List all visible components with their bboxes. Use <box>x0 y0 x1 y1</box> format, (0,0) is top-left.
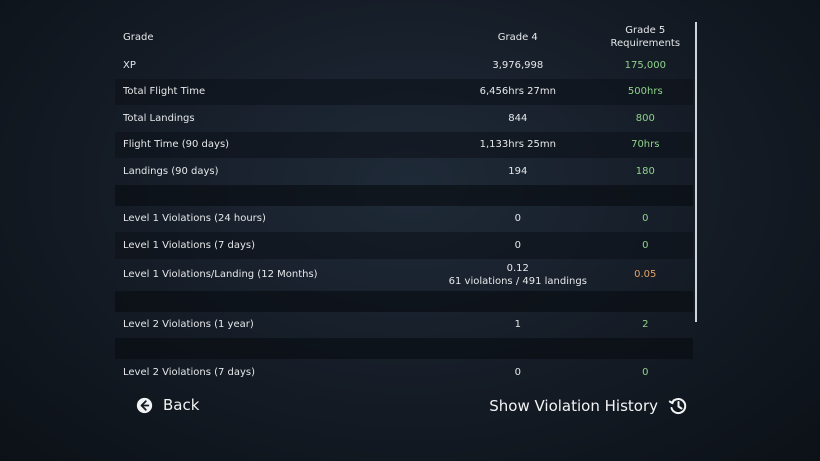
table-header-row: Grade Grade 4 Grade 5 Requirements <box>115 22 693 52</box>
header-requirements: Grade 5 Requirements <box>598 22 693 52</box>
arrow-left-circle-icon <box>136 397 153 413</box>
row-requirement: 800 <box>635 112 655 124</box>
row-value-detail: 61 violations / 491 landings <box>448 275 587 287</box>
row-value: 0 <box>438 232 598 259</box>
table-row: XP 3,976,998 175,000 <box>115 52 693 79</box>
scrollbar[interactable] <box>695 22 697 322</box>
row-requirement: 500hrs <box>597 78 693 105</box>
show-violation-history-button[interactable]: Show Violation History <box>489 396 688 416</box>
history-icon <box>668 398 687 415</box>
row-label: Total Flight Time <box>115 78 438 105</box>
grade-requirements-panel[interactable]: Grade Grade 4 Grade 5 Requirements XP 3,… <box>115 22 697 378</box>
header-requirements-line2: Requirements <box>610 38 681 49</box>
row-requirement: 70hrs <box>597 131 693 158</box>
row-label: Level 2 Violations (1 year) <box>123 319 254 331</box>
row-label: Level 1 Violations (7 days) <box>115 232 438 259</box>
header-current-grade: Grade 4 <box>497 31 538 43</box>
table-row: Level 1 Violations/Landing (12 Months) 0… <box>115 259 693 291</box>
footer-bar: Back Show Violation History <box>0 388 820 428</box>
row-value: 844 <box>508 112 528 124</box>
table-row: Level 1 Violations (24 hours) 0 0 <box>115 206 693 233</box>
back-button[interactable]: Back <box>136 396 199 414</box>
section-divider <box>115 290 693 312</box>
row-requirement: 180 <box>635 165 655 177</box>
table-row: Level 2 Violations (7 days) 0 0 <box>115 359 693 378</box>
row-requirement: 2 <box>642 319 649 331</box>
row-value: 6,456hrs 27mn <box>438 78 598 105</box>
header-grade-label: Grade <box>123 31 154 43</box>
row-value: 3,976,998 <box>492 59 544 71</box>
row-label: Level 1 Violations/Landing (12 Months) <box>123 269 318 280</box>
table-row: Total Flight Time 6,456hrs 27mn 500hrs <box>115 78 693 105</box>
table-row: Level 2 Violations (1 year) 1 2 <box>115 312 693 339</box>
row-label: Landings (90 days) <box>123 165 219 177</box>
section-divider <box>115 184 693 206</box>
row-value: 0 <box>514 213 521 225</box>
row-requirement: 0 <box>642 366 649 378</box>
row-label: XP <box>123 59 136 71</box>
table-row: Level 1 Violations (7 days) 0 0 <box>115 232 693 259</box>
row-value-ratio: 0.12 <box>506 262 529 274</box>
row-requirement: 0 <box>597 232 693 259</box>
row-requirement: 0.05 <box>634 269 657 280</box>
section-divider <box>115 338 693 359</box>
table-row: Total Landings 844 800 <box>115 105 693 132</box>
row-value: 194 <box>508 165 528 177</box>
row-label: Total Landings <box>123 112 195 124</box>
row-label: Flight Time (90 days) <box>115 131 438 158</box>
history-button-label: Show Violation History <box>489 397 658 415</box>
row-value: 0 <box>514 366 521 378</box>
table-row: Landings (90 days) 194 180 <box>115 158 693 185</box>
row-label: Level 2 Violations (7 days) <box>123 366 256 378</box>
grade-table: Grade Grade 4 Grade 5 Requirements XP 3,… <box>115 22 693 378</box>
header-requirements-line1: Grade 5 <box>625 25 666 36</box>
back-button-label: Back <box>163 396 200 414</box>
row-label: Level 1 Violations (24 hours) <box>123 213 266 225</box>
row-requirement: 175,000 <box>624 59 666 71</box>
table-row: Flight Time (90 days) 1,133hrs 25mn 70hr… <box>115 131 693 158</box>
row-value: 0.12 61 violations / 491 landings <box>438 259 598 291</box>
row-requirement: 0 <box>642 213 649 225</box>
row-value: 1,133hrs 25mn <box>438 131 598 158</box>
row-value: 1 <box>514 319 521 331</box>
